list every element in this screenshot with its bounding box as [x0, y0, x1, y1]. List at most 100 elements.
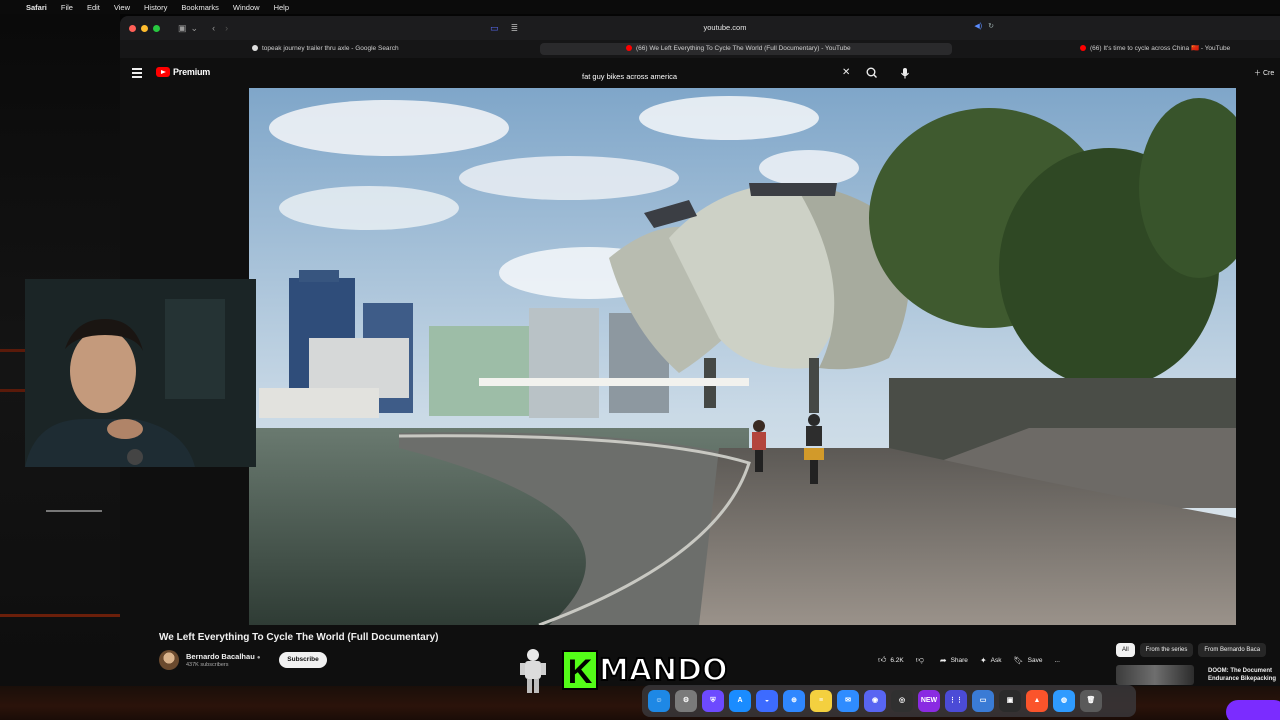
search-icon[interactable]	[864, 66, 880, 80]
mascot-icon	[520, 649, 546, 693]
like-button[interactable]: 👍︎ 6.2K	[872, 652, 910, 668]
menu-file[interactable]: File	[61, 3, 73, 12]
notes-icon[interactable]: ≡	[810, 690, 832, 712]
avatar[interactable]	[159, 650, 179, 670]
brave-icon[interactable]: ▲	[1026, 690, 1048, 712]
channel-name[interactable]: Bernardo Bacalhau ●	[186, 652, 261, 661]
menu-help[interactable]: Help	[274, 3, 289, 12]
mail-icon[interactable]: ✉	[837, 690, 859, 712]
create-button[interactable]: ＋ Cre	[1254, 68, 1274, 78]
back-icon[interactable]: ‹	[212, 23, 215, 33]
channel-text: Bernardo Bacalhau ● 437K subscribers	[186, 652, 261, 668]
menu-history[interactable]: History	[144, 3, 167, 12]
save-button[interactable]: 🔖︎ Save	[1007, 652, 1048, 668]
share-label: Share	[950, 656, 968, 664]
plus-icon: ＋	[1254, 70, 1263, 77]
proton-icon[interactable]: ⛨	[702, 690, 724, 712]
dislike-button[interactable]: 👎︎	[910, 652, 934, 668]
forward-icon[interactable]: ›	[225, 23, 228, 33]
app-store-icon[interactable]: A	[729, 690, 751, 712]
chip-all[interactable]: All	[1116, 643, 1135, 657]
tab-bar: topeak journey trailer thru axle - Googl…	[120, 40, 1280, 58]
tab-google-search[interactable]: topeak journey trailer thru axle - Googl…	[246, 43, 536, 55]
bookmark-icon: 🔖︎	[1013, 655, 1024, 665]
reload-icon[interactable]: ↻	[988, 22, 994, 30]
chip-from-channel[interactable]: From Bernardo Baca	[1198, 643, 1267, 657]
new-app-icon[interactable]: NEW	[918, 690, 940, 712]
more-actions-button[interactable]: ...	[1048, 652, 1065, 668]
streamer-logo: K MANDO	[562, 650, 729, 691]
recommended-thumbnail[interactable]	[1116, 665, 1194, 685]
tab-youtube-china[interactable]: (66) It's time to cycle across China 🇨🇳 …	[1074, 43, 1280, 55]
menu-app-name[interactable]: Safari	[26, 3, 47, 12]
launchpad-icon[interactable]: ⋮⋮	[945, 690, 967, 712]
title-bar: ▣ ⌄ ‹ › ▭ ≣ youtube.com ◀) ↻	[120, 16, 1280, 40]
chat-icon[interactable]: ◍	[1053, 690, 1075, 712]
desktop-stripe	[0, 614, 120, 617]
desktop-line	[46, 510, 102, 512]
screen-icon[interactable]: ▭	[972, 690, 994, 712]
youtube-favicon-icon	[626, 45, 632, 51]
menu-window[interactable]: Window	[233, 3, 260, 12]
more-icon: ...	[1054, 656, 1060, 664]
discord-icon[interactable]: ◉	[864, 690, 886, 712]
youtube-logo[interactable]: Premium	[156, 67, 210, 77]
screen: Safari File Edit View History Bookmarks …	[0, 0, 1280, 720]
search-input[interactable]	[582, 69, 860, 84]
chevron-down-icon[interactable]: ⌄	[191, 23, 199, 34]
safari-icon[interactable]: ⊕	[783, 690, 805, 712]
minimize-window-button[interactable]	[141, 24, 148, 32]
share-icon: ➦	[939, 655, 947, 665]
save-label: Save	[1027, 656, 1043, 664]
channel-info[interactable]: Bernardo Bacalhau ● 437K subscribers	[159, 650, 261, 670]
traffic-lights	[129, 24, 160, 32]
subscribe-button[interactable]: Subscribe	[279, 652, 327, 668]
recommended-video[interactable]: DOOM: The Document Endurance Bikepacking	[1116, 665, 1280, 685]
close-window-button[interactable]	[129, 24, 136, 32]
verified-icon: ●	[256, 655, 261, 661]
speaker-icon[interactable]: ◀)	[974, 22, 982, 30]
video-player[interactable]	[249, 88, 1236, 625]
tab-youtube-documentary[interactable]: (66) We Left Everything To Cycle The Wor…	[540, 43, 952, 55]
tab-label: (66) We Left Everything To Cycle The Wor…	[636, 45, 851, 52]
thumbs-up-icon: 👍︎	[878, 655, 887, 664]
youtube-header: Premium ✕ ＋ Cre	[120, 58, 1280, 88]
ask-label: Ask	[990, 656, 1002, 664]
recommended-title-line: DOOM: The Document	[1208, 668, 1272, 674]
microphone-icon[interactable]	[898, 66, 912, 80]
recommended-title: DOOM: The Document Endurance Bikepacking	[1208, 667, 1276, 683]
overlay-badge	[1226, 700, 1280, 720]
youtube-play-icon	[156, 67, 170, 77]
subscriber-count: 437K subscribers	[186, 662, 229, 668]
video-actions: 👍︎ 6.2K 👎︎ ➦ Share ✦ Ask 🔖︎ Save ...	[872, 652, 1066, 668]
like-count: 6.2K	[890, 656, 904, 664]
video-frame	[249, 88, 1236, 625]
menu-bookmarks[interactable]: Bookmarks	[181, 3, 219, 12]
settings-icon[interactable]: ⚙	[675, 690, 697, 712]
zoom-window-button[interactable]	[153, 24, 160, 32]
tab-label: (66) It's time to cycle across China 🇨🇳 …	[1090, 45, 1231, 52]
url-bar[interactable]: youtube.com	[450, 21, 1000, 35]
arc-icon[interactable]: ◒	[756, 690, 778, 712]
menu-icon[interactable]	[132, 68, 142, 80]
chip-from-series[interactable]: From the series	[1139, 643, 1194, 657]
tab-label: topeak journey trailer thru axle - Googl…	[262, 45, 399, 52]
clear-search-icon[interactable]: ✕	[842, 66, 850, 80]
obs-icon[interactable]: ◎	[891, 690, 913, 712]
share-button[interactable]: ➦ Share	[934, 652, 974, 668]
recommended-subtitle: Endurance Bikepacking	[1208, 676, 1277, 682]
sidebar-toggle-icon[interactable]: ▣	[178, 23, 187, 34]
safari-window: ▣ ⌄ ‹ › ▭ ≣ youtube.com ◀) ↻ topeak jour…	[120, 16, 1280, 686]
menu-edit[interactable]: Edit	[87, 3, 100, 12]
brand-k: K	[562, 650, 598, 691]
menu-bar: Safari File Edit View History Bookmarks …	[0, 0, 1280, 14]
finder-icon[interactable]: ☺	[648, 690, 670, 712]
search-box	[582, 66, 860, 84]
trash-icon[interactable]: 🗑	[1080, 690, 1102, 712]
thumbs-down-icon: 👎︎	[915, 655, 924, 664]
chip-icon[interactable]: ▣	[999, 690, 1021, 712]
ask-button[interactable]: ✦ Ask	[974, 652, 1008, 668]
brand-word: MANDO	[598, 652, 729, 689]
menu-view[interactable]: View	[114, 3, 130, 12]
sparkle-icon: ✦	[979, 655, 987, 665]
